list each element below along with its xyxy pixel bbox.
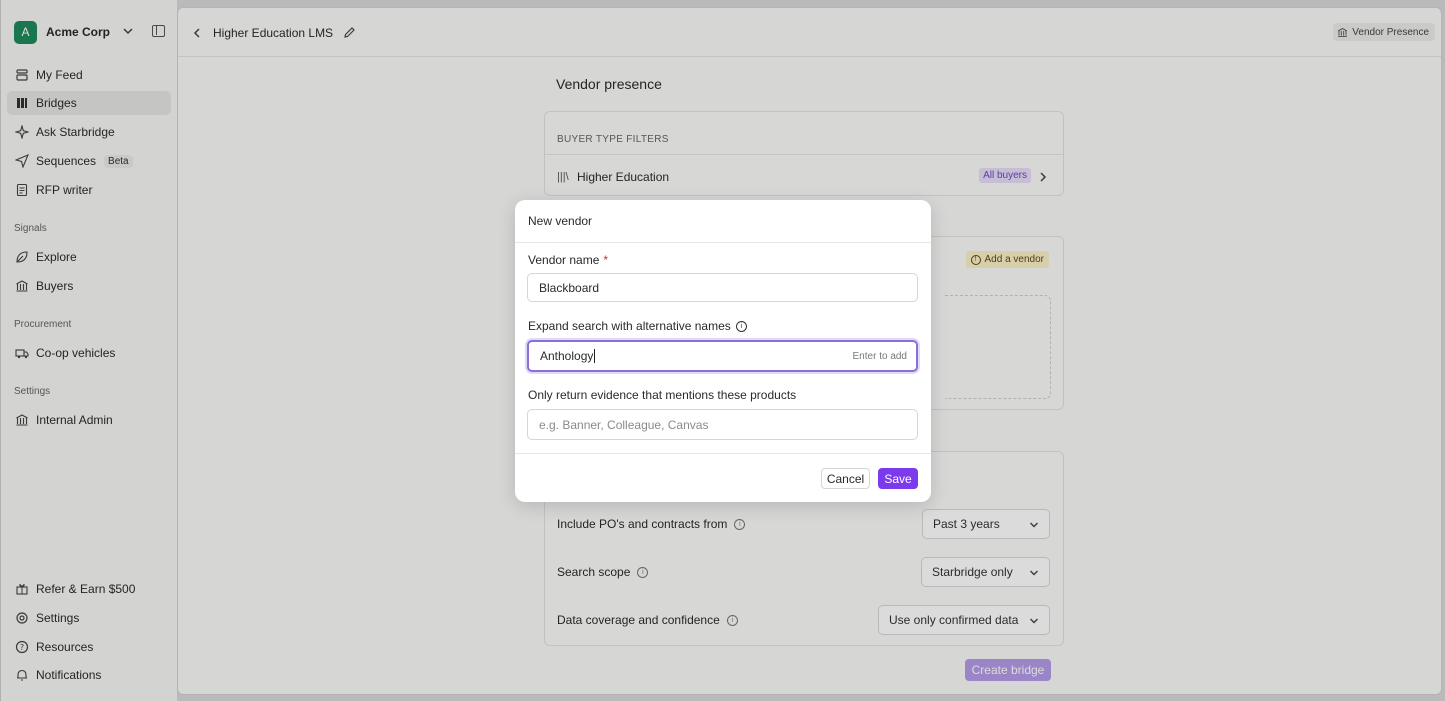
alt-names-input[interactable]: Anthology Enter to add [527,340,918,372]
products-input[interactable]: e.g. Banner, Colleague, Canvas [527,409,918,440]
cancel-button[interactable]: Cancel [821,468,870,489]
enter-to-add-hint: Enter to add [852,350,907,362]
save-button[interactable]: Save [878,468,918,489]
required-mark: * [603,253,609,267]
vendor-name-label: Vendor name * [528,253,609,267]
new-vendor-modal: New vendor Vendor name * Blackboard Expa… [515,200,931,502]
alt-names-label: Expand search with alternative names i [528,319,747,333]
divider [515,242,931,243]
modal-title: New vendor [528,214,593,228]
text-caret [594,349,596,363]
products-label: Only return evidence that mentions these… [528,388,797,402]
vendor-name-input[interactable]: Blackboard [527,273,918,302]
divider [515,453,931,454]
info-icon[interactable]: i [735,320,747,332]
